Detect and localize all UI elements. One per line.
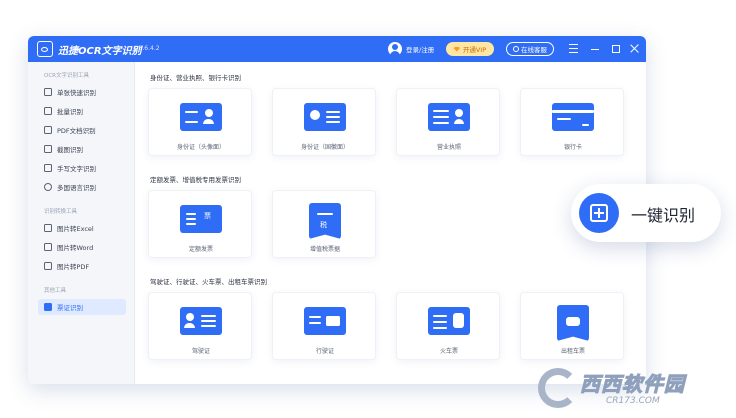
login-label: 登录/注册 (406, 46, 435, 54)
close-icon[interactable] (629, 43, 641, 55)
maximize-icon[interactable] (610, 43, 622, 55)
card-label: 行驶证 (315, 348, 334, 355)
watermark-url: CR173.COM (606, 396, 660, 406)
sidebar-item-label: 手写文字识别 (57, 165, 96, 173)
sidebar-item-label: 多国语言识别 (57, 184, 96, 192)
pdf-file-icon (44, 262, 52, 270)
watermark-logo-icon (538, 368, 578, 408)
app-window: 迅捷OCR文字识别 v8.6.4.2 登录/注册 开通VIP 在线客服 OCR文… (28, 36, 646, 384)
card-id-front[interactable]: 身份证（头像面） (148, 88, 252, 156)
vat-tile-text: 税 (320, 221, 327, 229)
card-label: 定额发票 (188, 246, 213, 253)
word-icon (44, 243, 52, 251)
sidebar-item-pdf[interactable]: PDF文档识别 (38, 122, 126, 138)
sidebar-item-label: 图片转Excel (57, 225, 94, 233)
license-icon (428, 103, 470, 131)
id-card-icon (180, 103, 222, 131)
vehicle-license-icon (304, 307, 346, 335)
ticket-icon (44, 303, 52, 311)
watermark-text: 西西软件园 (580, 372, 685, 397)
app-version: v8.6.4.2 (135, 45, 160, 52)
card-label: 驾驶证 (191, 348, 210, 355)
card-vat-invoice[interactable]: 税 增值税票据 (272, 190, 376, 258)
sidebar-item-label: 图片转PDF (57, 263, 90, 271)
copy-icon (44, 107, 52, 115)
sidebar-item-to-pdf[interactable]: 图片转PDF (38, 258, 126, 274)
sidebar-item-screenshot[interactable]: 截图识别 (38, 141, 126, 157)
sidebar-item-languages[interactable]: 多国语言识别 (38, 179, 126, 195)
app-title: 迅捷OCR文字识别 (58, 46, 142, 57)
crop-icon (44, 145, 52, 153)
bank-card-icon (552, 103, 594, 131)
sidebar: OCR文字识别工具 单张快速识别 批量识别 PDF文档识别 截图识别 手写文字识… (28, 62, 135, 384)
one-click-label: 一键识别 (631, 206, 696, 225)
diamond-icon (453, 46, 460, 52)
site-watermark: 西西软件园 CR173.COM (536, 366, 732, 412)
avatar-icon (388, 42, 402, 56)
sidebar-item-ticket[interactable]: 票证识别 (38, 299, 126, 315)
app-logo-icon (37, 41, 53, 57)
card-label: 身份证（头像面） (176, 144, 225, 151)
sidebar-item-label: 图片转Word (57, 244, 94, 252)
sidebar-item-label: 批量识别 (57, 108, 83, 116)
group-title: 驾驶证、行驶证、火车票、出租车票识别 (150, 278, 267, 286)
invoice-icon: 票 (180, 205, 222, 233)
pen-icon (44, 164, 52, 172)
online-service-button[interactable]: 在线客服 (506, 42, 554, 56)
sidebar-item-batch[interactable]: 批量识别 (38, 103, 126, 119)
sidebar-item-to-word[interactable]: 图片转Word (38, 239, 126, 255)
id-card-emblem-icon (304, 103, 346, 131)
card-label: 银行卡 (563, 144, 582, 151)
sidebar-item-label: 截图识别 (57, 146, 83, 154)
card-label: 出租车票 (560, 348, 585, 355)
train-ticket-icon (428, 307, 470, 335)
card-taxi-ticket[interactable]: 出租车票 (520, 292, 624, 360)
card-train-ticket[interactable]: 火车票 (396, 292, 500, 360)
title-bar: 迅捷OCR文字识别 v8.6.4.2 登录/注册 开通VIP 在线客服 (28, 36, 646, 62)
main-content: 身份证、营业执照、银行卡识别 身份证（头像面） 身份证（国徽面） 营业执照 银行… (136, 62, 646, 384)
screenshot-stage: 迅捷OCR文字识别 v8.6.4.2 登录/注册 开通VIP 在线客服 OCR文… (0, 0, 736, 418)
vip-label: 开通VIP (462, 46, 487, 54)
driver-license-icon (180, 307, 222, 335)
card-label: 身份证（国徽面） (300, 144, 349, 151)
card-driver-license[interactable]: 驾驶证 (148, 292, 252, 360)
sidebar-section-title: 识别转换工具 (44, 209, 78, 215)
card-fixed-invoice[interactable]: 票 定额发票 (148, 190, 252, 258)
sidebar-item-single-scan[interactable]: 单张快速识别 (38, 84, 126, 100)
sidebar-item-handwriting[interactable]: 手写文字识别 (38, 160, 126, 176)
login-button[interactable]: 登录/注册 (388, 41, 434, 57)
scan-plus-icon (579, 193, 619, 233)
person-icon (513, 46, 519, 52)
group-title: 身份证、营业执照、银行卡识别 (150, 74, 241, 82)
card-id-back[interactable]: 身份证（国徽面） (272, 88, 376, 156)
sidebar-item-label: PDF文档识别 (57, 127, 96, 135)
pdf-icon (44, 126, 52, 134)
card-business-license[interactable]: 营业执照 (396, 88, 500, 156)
invoice-tile-text: 票 (204, 212, 211, 220)
one-click-recognize-button[interactable]: 一键识别 (571, 184, 721, 242)
card-label: 火车票 (439, 348, 458, 355)
card-bank-card[interactable]: 银行卡 (520, 88, 624, 156)
scan-icon (44, 88, 52, 96)
sidebar-item-label: 单张快速识别 (57, 89, 96, 97)
service-label: 在线客服 (521, 46, 547, 54)
sidebar-item-label: 票证识别 (57, 304, 83, 312)
group-title: 定额发票、增值税专用发票识别 (150, 176, 241, 184)
globe-icon (44, 183, 52, 191)
sidebar-item-to-excel[interactable]: 图片转Excel (38, 220, 126, 236)
taxi-ticket-icon (557, 305, 589, 341)
sidebar-section-title: 其他工具 (44, 288, 67, 294)
card-vehicle-license[interactable]: 行驶证 (272, 292, 376, 360)
sidebar-section-title: OCR文字识别工具 (44, 73, 89, 79)
minimize-icon[interactable] (590, 43, 602, 55)
vat-invoice-icon: 税 (309, 203, 341, 239)
menu-icon[interactable] (568, 43, 580, 55)
excel-icon (44, 224, 52, 232)
card-label: 营业执照 (436, 144, 461, 151)
vip-button[interactable]: 开通VIP (446, 42, 494, 56)
card-label: 增值税票据 (309, 246, 340, 253)
